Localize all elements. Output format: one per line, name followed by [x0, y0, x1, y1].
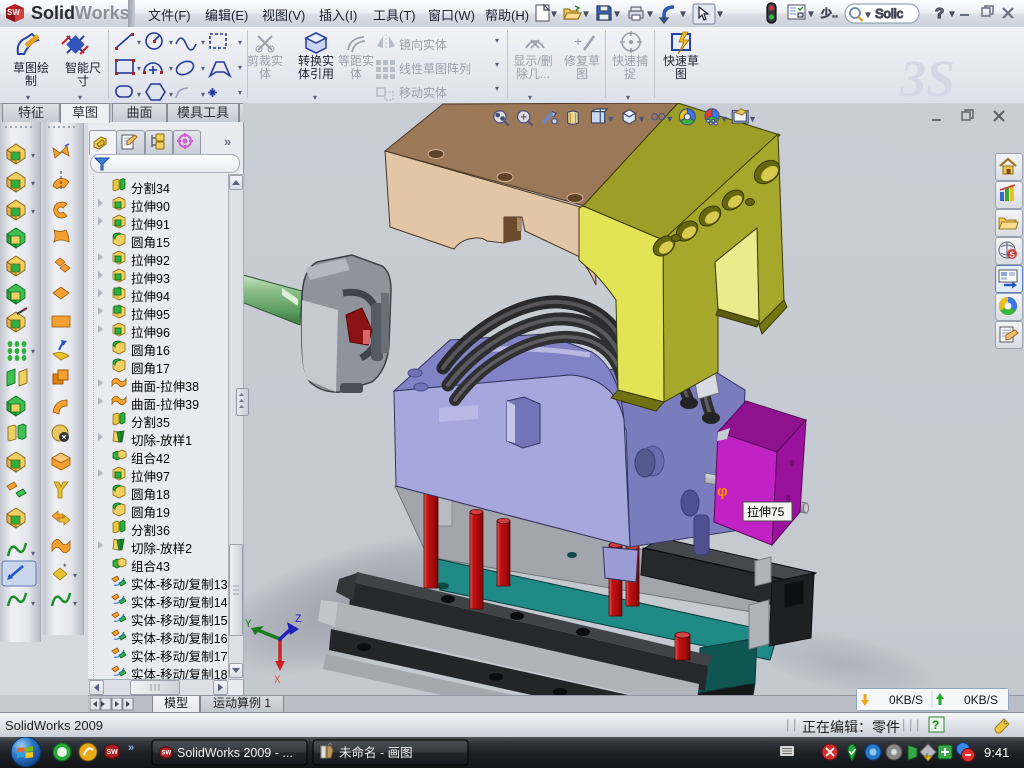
svg-text:0KB/S: 0KB/S [964, 693, 998, 707]
svg-text:»: » [128, 742, 134, 754]
svg-text:▾: ▾ [31, 549, 35, 558]
svg-text:φ: φ [717, 483, 728, 500]
svg-text:9:41: 9:41 [984, 745, 1009, 760]
svg-text:Z: Z [295, 614, 302, 626]
svg-text:?: ? [932, 718, 939, 732]
svg-text:未命名 - 画图: 未命名 - 画图 [339, 745, 413, 760]
svg-text:▾: ▾ [31, 151, 35, 160]
svg-text:▾: ▾ [73, 599, 77, 608]
svg-text:▾: ▾ [723, 116, 727, 123]
svg-text:▾: ▾ [668, 116, 672, 123]
svg-text:0KB/S: 0KB/S [889, 693, 923, 707]
svg-text:SW: SW [107, 749, 119, 756]
svg-text:!: ! [926, 753, 928, 760]
svg-text:▾: ▾ [31, 347, 35, 356]
svg-text:*: * [23, 307, 26, 316]
svg-text:+: + [574, 33, 582, 49]
svg-text:▾: ▾ [640, 116, 644, 123]
svg-text:▾: ▾ [31, 179, 35, 188]
svg-text:Y: Y [245, 619, 252, 631]
svg-text:▾: ▾ [31, 599, 35, 608]
svg-text:SolidWorks 2009 - ...: SolidWorks 2009 - ... [177, 746, 293, 760]
svg-text:▾: ▾ [751, 116, 755, 123]
svg-text:▾: ▾ [73, 571, 77, 580]
svg-text:SW: SW [162, 751, 172, 757]
svg-text:X: X [274, 675, 281, 687]
svg-text:拉伸75: 拉伸75 [747, 504, 785, 519]
svg-text:▾: ▾ [609, 116, 613, 123]
svg-text:S: S [1010, 251, 1016, 260]
svg-text:▾: ▾ [31, 207, 35, 216]
svg-text:*: * [63, 562, 67, 572]
